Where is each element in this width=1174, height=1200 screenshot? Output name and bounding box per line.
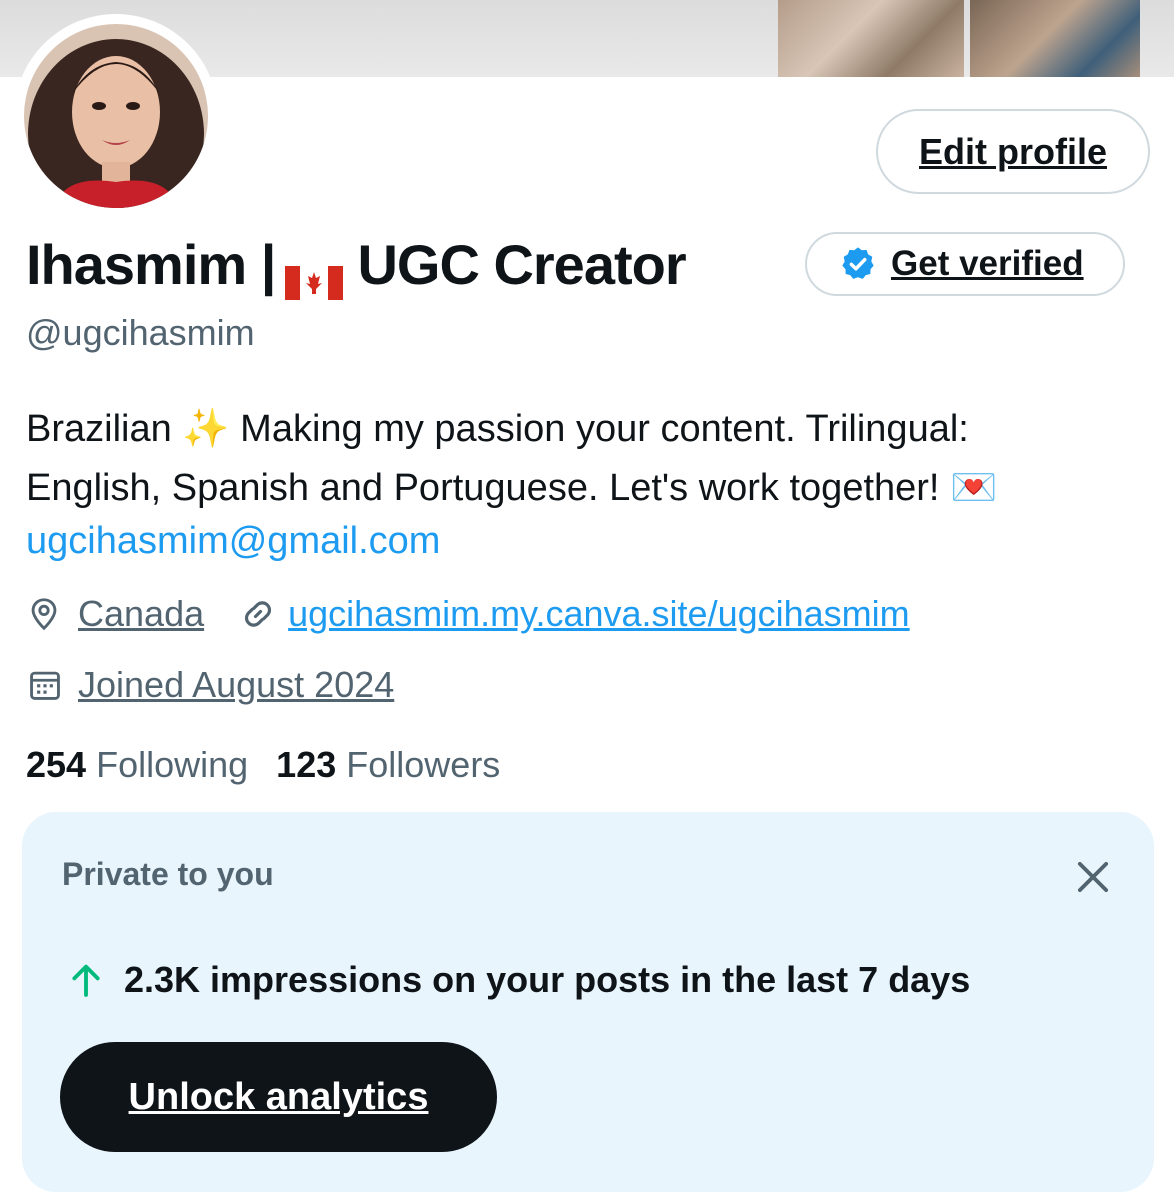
private-analytics-card: Private to you 2.3K impressions on your …	[22, 812, 1154, 1192]
following-count: 254	[26, 744, 87, 785]
location-label[interactable]: Canada	[78, 593, 204, 635]
display-name-part1: Ihasmim |	[26, 233, 276, 296]
profile-meta-row-1: Canada ugcihasmim.my.canva.site/ugcihasm…	[26, 593, 910, 635]
profile-meta-row-2: Joined August 2024	[26, 664, 394, 706]
display-name-part2: UGC Creator	[357, 233, 686, 296]
arrow-up-icon	[72, 964, 100, 997]
bio-line-2: English, Spanish and Portuguese. Let's w…	[26, 467, 998, 509]
impressions-summary: 2.3K impressions on your posts in the la…	[66, 958, 970, 1002]
user-handle: @ugcihasmim	[26, 312, 255, 353]
banner-photo-right	[970, 0, 1140, 77]
followers-label: Followers	[346, 744, 501, 785]
get-verified-label: Get verified	[891, 244, 1084, 283]
verified-badge-icon	[842, 247, 874, 279]
avatar-image	[24, 24, 208, 208]
bio-email-link[interactable]: ugcihasmim@gmail.com	[26, 520, 440, 563]
following-label: Following	[96, 744, 249, 785]
impressions-text: 2.3K impressions on your posts in the la…	[124, 959, 971, 1000]
calendar-icon	[30, 671, 60, 700]
followers-stat[interactable]: 123 Followers	[276, 744, 500, 786]
joined-date: Joined August 2024	[78, 664, 395, 705]
avatar[interactable]	[24, 24, 208, 208]
display-name: Ihasmim | UGC Creator	[26, 232, 687, 300]
unlock-analytics-button[interactable]: Unlock analytics	[60, 1042, 497, 1152]
canada-flag-icon	[285, 248, 344, 300]
close-icon[interactable]	[1072, 856, 1114, 898]
bio: Brazilian ✨ Making my passion your conte…	[26, 400, 1146, 518]
edit-profile-button[interactable]: Edit profile	[876, 109, 1150, 194]
get-verified-button[interactable]: Get verified	[805, 232, 1125, 296]
link-icon	[245, 601, 272, 627]
card-title: Private to you	[62, 856, 274, 892]
location-pin-icon	[31, 598, 57, 631]
banner-photo-left	[778, 0, 964, 77]
following-stat[interactable]: 254 Following	[26, 744, 248, 786]
bio-line-1: Brazilian ✨ Making my passion your conte…	[26, 408, 969, 450]
follow-stats: 254 Following 123 Followers	[26, 744, 500, 786]
website-link[interactable]: ugcihasmim.my.canva.site/ugcihasmim	[288, 593, 910, 635]
followers-count: 123	[276, 744, 337, 785]
